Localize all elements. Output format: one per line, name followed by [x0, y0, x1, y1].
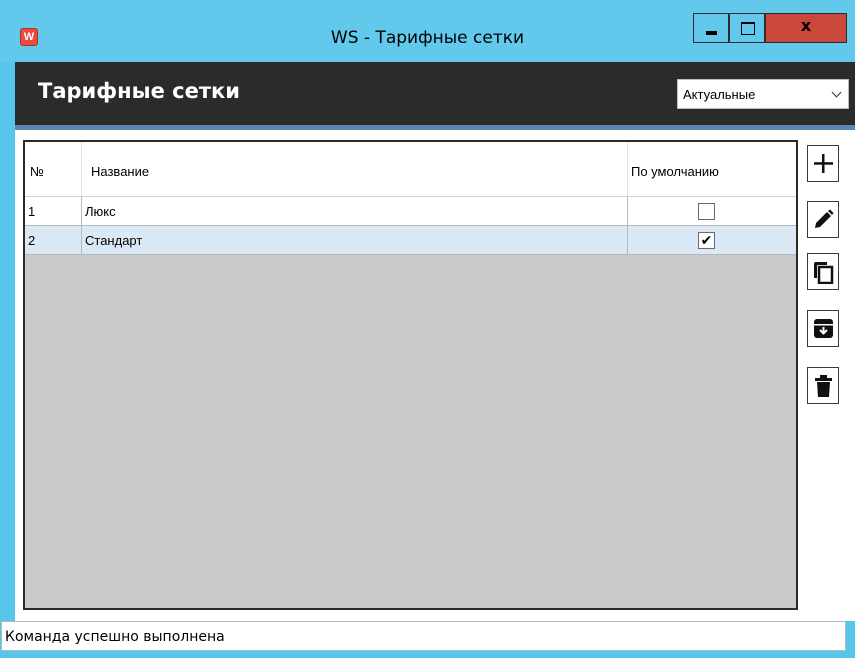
cell-number: 2 [25, 226, 82, 254]
cell-number-text: 1 [28, 204, 36, 219]
app-window: W WS - Тарифные сетки x Тарифные сетки А… [0, 0, 855, 658]
delete-icon [815, 375, 832, 397]
cell-name-text: Стандарт [85, 233, 143, 248]
tariff-grid[interactable]: № Название По умолчанию 1 Люкс 2 Стандар… [23, 140, 798, 610]
cell-default [628, 197, 796, 225]
add-icon [814, 154, 833, 173]
page-header: Тарифные сетки Актуальные [15, 62, 855, 125]
copy-icon [814, 262, 834, 284]
cell-name: Стандарт [82, 226, 628, 254]
chevron-down-icon [831, 87, 842, 98]
column-header-number[interactable]: № [25, 142, 82, 196]
cell-name: Люкс [82, 197, 628, 225]
title-bar[interactable]: W WS - Тарифные сетки x [0, 0, 855, 62]
cell-default: ✔ [628, 226, 796, 254]
archive-icon [814, 319, 833, 338]
status-bar: Команда успешно выполнена [0, 621, 855, 658]
grid-header: № Название По умолчанию [25, 142, 796, 197]
close-icon: x [800, 16, 812, 35]
table-row-selected[interactable]: 2 Стандарт ✔ [25, 226, 796, 255]
column-header-label: № [30, 164, 44, 179]
filter-selected-value: Актуальные [683, 87, 756, 102]
status-panel: Команда успешно выполнена [1, 621, 846, 651]
column-header-label: Название [91, 164, 150, 179]
column-header-name[interactable]: Название [82, 142, 628, 196]
page-title: Тарифные сетки [38, 79, 240, 103]
status-message: Команда успешно выполнена [5, 629, 225, 645]
edit-icon [815, 209, 834, 228]
main-content: № Название По умолчанию 1 Люкс 2 Стандар… [15, 130, 855, 621]
minimize-button[interactable] [693, 13, 729, 43]
close-button[interactable]: x [765, 13, 847, 43]
edit-button[interactable] [807, 201, 839, 238]
filter-dropdown[interactable]: Актуальные [677, 79, 849, 109]
default-checkbox[interactable] [698, 203, 715, 220]
column-header-default[interactable]: По умолчанию [628, 142, 796, 196]
cell-name-text: Люкс [85, 204, 116, 219]
cell-number: 1 [25, 197, 82, 225]
maximize-button[interactable] [729, 13, 765, 43]
default-checkbox[interactable]: ✔ [698, 232, 715, 249]
delete-button[interactable] [807, 367, 839, 404]
add-button[interactable] [807, 145, 839, 182]
copy-button[interactable] [807, 253, 839, 290]
cell-number-text: 2 [28, 233, 36, 248]
table-row[interactable]: 1 Люкс [25, 197, 796, 226]
archive-button[interactable] [807, 310, 839, 347]
column-header-label: По умолчанию [631, 164, 719, 179]
